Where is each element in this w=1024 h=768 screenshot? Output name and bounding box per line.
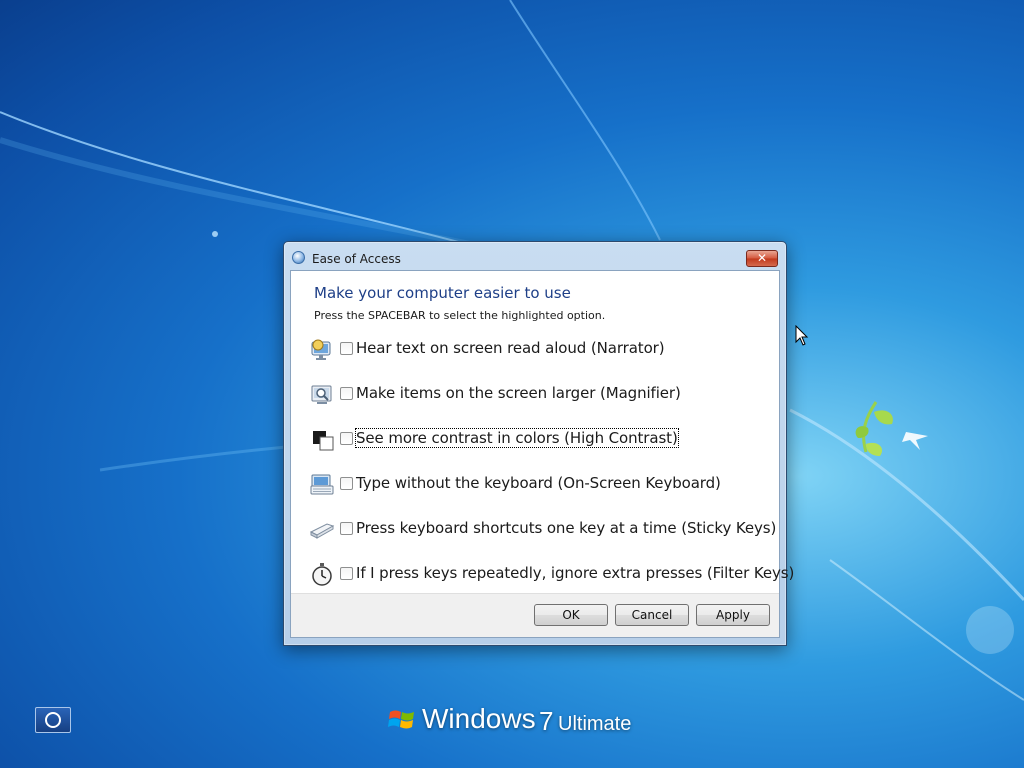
dialog-instruction: Press the SPACEBAR to select the highlig… [314,309,606,322]
dialog-title: Ease of Access [312,252,401,266]
close-button[interactable]: ✕ [746,250,778,267]
narrator-checkbox[interactable] [340,342,353,355]
dialog-footer: OK Cancel Apply [291,593,779,637]
ease-of-access-dialog: Ease of Access ✕ Make your computer easi… [283,241,794,646]
wallpaper-bird-leaves [855,401,928,456]
brand-version: 7 [539,706,554,736]
dialog-titlebar[interactable]: Ease of Access ✕ [284,242,786,270]
on-screen-keyboard-label[interactable]: Type without the keyboard (On-Screen Key… [356,474,721,492]
ease-of-access-button[interactable] [35,707,71,733]
magnifier-label[interactable]: Make items on the screen larger (Magnifi… [356,384,681,402]
dialog-content: Make your computer easier to use Press t… [290,270,794,638]
ease-of-access-icon [292,251,305,264]
apply-button[interactable]: Apply [696,604,770,626]
high-contrast-icon [313,431,334,451]
narrator-label[interactable]: Hear text on screen read aloud (Narrator… [356,339,665,357]
on-screen-keyboard-checkbox[interactable] [340,477,353,490]
filter-keys-icon [312,563,332,586]
sticky-keys-checkbox[interactable] [340,522,353,535]
sticky-keys-label[interactable]: Press keyboard shortcuts one key at a ti… [356,519,776,537]
magnifier-icon [311,385,332,404]
on-screen-keyboard-icon [310,474,334,495]
sticky-keys-icon [309,523,335,539]
option-narrator[interactable]: Hear text on screen read aloud (Narrator… [309,336,769,370]
option-magnifier[interactable]: Make items on the screen larger (Magnifi… [309,381,769,415]
narrator-icon [311,339,331,360]
filter-keys-label[interactable]: If I press keys repeatedly, ignore extra… [356,564,794,582]
ok-button[interactable]: OK [534,604,608,626]
filter-keys-checkbox[interactable] [340,567,353,580]
cancel-button[interactable]: Cancel [615,604,689,626]
option-sticky-keys[interactable]: Press keyboard shortcuts one key at a ti… [309,516,776,550]
option-high-contrast[interactable]: See more contrast in colors (High Contra… [309,426,769,460]
brand-edition: Ultimate [558,713,632,735]
option-filter-keys[interactable]: If I press keys repeatedly, ignore extra… [309,561,794,595]
high-contrast-checkbox[interactable] [340,432,353,445]
brand-windows: Windows [422,703,536,734]
magnifier-checkbox[interactable] [340,387,353,400]
dialog-heading: Make your computer easier to use [314,284,571,302]
option-on-screen-keyboard[interactable]: Type without the keyboard (On-Screen Key… [309,471,769,505]
windows-flag-icon [388,710,414,729]
mouse-cursor-icon [795,325,809,346]
high-contrast-label[interactable]: See more contrast in colors (High Contra… [355,428,679,448]
ease-of-access-icon [45,712,61,728]
